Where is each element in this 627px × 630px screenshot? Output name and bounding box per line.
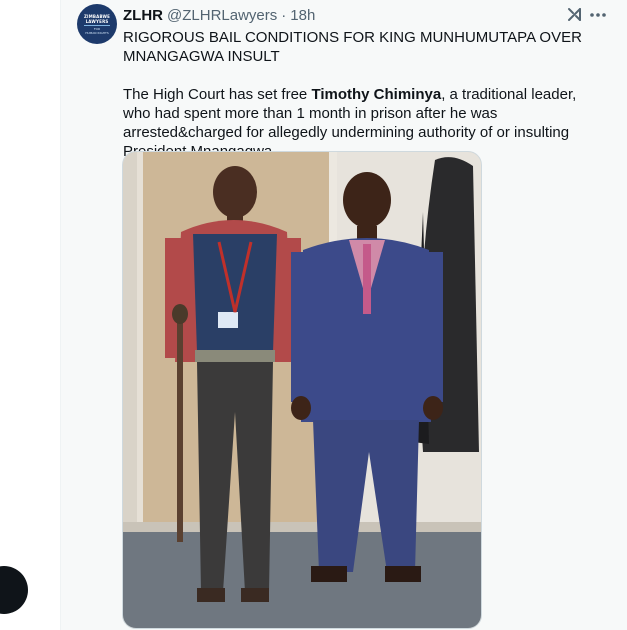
tweet-text: RIGOROUS BAIL CONDITIONS FOR KING MUNHUM… — [123, 28, 603, 161]
grok-icon[interactable] — [566, 6, 584, 24]
avatar-divider — [84, 24, 110, 26]
mention-name: Timothy Chiminya — [311, 86, 442, 103]
author-name[interactable]: ZLHR — [123, 7, 163, 24]
tweet-header: ZLHR @ZLHRLawyers · 18h — [123, 6, 315, 24]
more-options-icon[interactable] — [587, 6, 609, 24]
separator-dot: · — [281, 6, 287, 24]
tweet-body: The High Court has set free Timothy Chim… — [123, 85, 603, 161]
tweet-photo[interactable] — [122, 151, 482, 629]
avatar-text-line4: HUMAN RIGHTS — [85, 30, 109, 35]
tweet-time[interactable]: 18h — [290, 7, 315, 24]
left-gutter — [0, 0, 60, 630]
tweet-body-prefix: The High Court has set free — [123, 86, 312, 103]
avatar-text-line2: LAWYERS — [85, 18, 109, 24]
avatar[interactable]: ZIMBABWE LAWYERS FOR HUMAN RIGHTS — [77, 4, 117, 44]
tweet-card[interactable]: ZIMBABWE LAWYERS FOR HUMAN RIGHTS ZLHR @… — [60, 0, 627, 630]
author-handle[interactable]: @ZLHRLawyers — [167, 7, 277, 24]
photo-illustration — [123, 152, 481, 628]
tweet-headline: RIGOROUS BAIL CONDITIONS FOR KING MUNHUM… — [123, 29, 582, 65]
floating-action-button[interactable] — [0, 566, 28, 614]
